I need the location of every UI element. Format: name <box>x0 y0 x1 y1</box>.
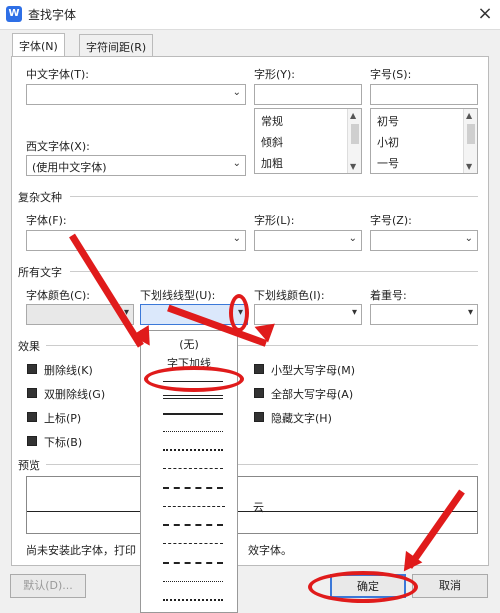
chevron-down-icon: ▾ <box>351 307 357 318</box>
divider <box>70 196 478 197</box>
scroll-up-icon[interactable]: ▲ <box>466 111 472 120</box>
underline-color-label: 下划线颜色(I): <box>254 289 325 302</box>
underline-option-dashed[interactable] <box>163 468 223 469</box>
underline-option-thick-dot-dash[interactable] <box>163 562 223 564</box>
chinese-font-label: 中文字体(T): <box>26 68 90 81</box>
underline-option-thick-long-dash[interactable] <box>163 524 223 526</box>
window-title: 查找字体 <box>28 8 77 22</box>
complex-size-label: 字号(Z): <box>370 214 412 227</box>
scroll-thumb[interactable] <box>351 124 359 144</box>
list-item[interactable]: 加粗 <box>261 155 283 171</box>
hidden-text-label: 隐藏文字(H) <box>271 412 332 425</box>
preview-note-end: 效字体。 <box>248 544 292 557</box>
underline-option-dot-dash[interactable] <box>163 543 223 544</box>
preview-note-start: 尚未安装此字体，打印 <box>26 544 136 557</box>
scroll-down-icon[interactable]: ▼ <box>350 162 356 171</box>
style-label: 字形(Y): <box>254 68 296 81</box>
chevron-down-icon: ⌄ <box>232 87 241 98</box>
divider <box>70 271 478 272</box>
underline-option-dot-dot-dash[interactable] <box>163 581 223 582</box>
scroll-thumb[interactable] <box>467 124 475 144</box>
subscript-label: 下标(B) <box>44 436 83 449</box>
superscript-label: 上标(P) <box>44 412 82 425</box>
size-input[interactable] <box>370 84 478 105</box>
all-caps-checkbox[interactable] <box>254 388 264 398</box>
size-label: 字号(S): <box>370 68 412 81</box>
complex-script-section-title: 复杂文种 <box>18 191 62 204</box>
preview-section-title: 预览 <box>18 459 40 472</box>
superscript-checkbox[interactable] <box>27 412 37 422</box>
double-strikethrough-checkbox[interactable] <box>27 388 37 398</box>
preview-baseline <box>27 511 477 512</box>
list-item[interactable]: 一号 <box>377 155 399 171</box>
scroll-down-icon[interactable]: ▼ <box>466 162 472 171</box>
strikethrough-label: 删除线(K) <box>44 364 93 377</box>
cancel-button[interactable]: 取消 <box>412 574 488 598</box>
all-text-section-title: 所有文字 <box>18 266 62 279</box>
subscript-checkbox[interactable] <box>27 436 37 446</box>
chinese-font-combo[interactable]: ⌄ <box>26 84 246 105</box>
title-bar: W 查找字体 × <box>0 0 500 30</box>
divider <box>46 464 478 465</box>
small-caps-label: 小型大写字母(M) <box>271 364 356 377</box>
style-input[interactable] <box>254 84 362 105</box>
preview-box: 云 <box>26 476 478 534</box>
complex-style-label: 字形(L): <box>254 214 295 227</box>
emphasis-mark-combo[interactable]: ▾ <box>370 304 478 325</box>
list-item[interactable]: 小初 <box>377 134 399 150</box>
western-font-label: 西文字体(X): <box>26 140 90 153</box>
all-caps-label: 全部大写字母(A) <box>271 388 354 401</box>
chevron-down-icon: ⌄ <box>232 158 241 169</box>
style-listbox[interactable]: 常规 倾斜 加粗 ▲ ▼ <box>254 108 362 174</box>
list-item[interactable]: 倾斜 <box>261 134 283 150</box>
chevron-down-icon: ▾ <box>467 307 473 318</box>
complex-font-label: 字体(F): <box>26 214 67 227</box>
annotation-ring-underline-option <box>144 366 244 392</box>
underline-option-long-dash[interactable] <box>163 506 225 507</box>
preview-sample-text: 云 <box>253 501 264 514</box>
annotation-ring-dropdown <box>229 294 249 332</box>
double-strikethrough-label: 双删除线(G) <box>44 388 106 401</box>
font-color-label: 字体颜色(C): <box>26 289 90 302</box>
tab-char-spacing[interactable]: 字符间距(R) <box>79 34 154 56</box>
size-listbox[interactable]: 初号 小初 一号 ▲ ▼ <box>370 108 478 174</box>
list-item[interactable]: 常规 <box>261 113 283 129</box>
wps-app-icon: W <box>6 6 22 22</box>
underline-option-thick[interactable] <box>163 413 223 415</box>
effects-section-title: 效果 <box>18 340 40 353</box>
scroll-up-icon[interactable]: ▲ <box>350 111 356 120</box>
annotation-ring-ok <box>308 571 418 603</box>
underline-type-label: 下划线线型(U): <box>140 289 216 302</box>
underline-option-wave[interactable] <box>163 599 223 601</box>
underline-option-dotted[interactable] <box>163 431 223 432</box>
chevron-down-icon: ⌄ <box>348 233 357 244</box>
list-item[interactable]: 初号 <box>377 113 399 129</box>
tab-font[interactable]: 字体(N) <box>12 33 65 57</box>
underline-option-thick-dashed[interactable] <box>163 487 223 489</box>
underline-option-double[interactable] <box>163 395 223 399</box>
strikethrough-checkbox[interactable] <box>27 364 37 374</box>
complex-style-combo[interactable]: ⌄ <box>254 230 362 251</box>
underline-option-thick-dotted[interactable] <box>163 449 223 451</box>
western-font-value: (使用中文字体) <box>32 161 107 174</box>
small-caps-checkbox[interactable] <box>254 364 264 374</box>
hidden-text-checkbox[interactable] <box>254 412 264 422</box>
chevron-down-icon: ⌄ <box>464 233 473 244</box>
scrollbar[interactable]: ▲ ▼ <box>347 109 361 173</box>
complex-font-combo[interactable]: ⌄ <box>26 230 246 251</box>
find-font-dialog: W 查找字体 × 字体(N) 字符间距(R) 中文字体(T): ⌄ 字形(Y):… <box>0 0 500 613</box>
close-icon[interactable]: × <box>474 3 496 25</box>
chevron-down-icon: ⌄ <box>232 233 241 244</box>
default-button[interactable]: 默认(D)... <box>10 574 86 598</box>
western-font-combo[interactable]: (使用中文字体) ⌄ <box>26 155 246 176</box>
emphasis-mark-label: 着重号: <box>370 289 407 302</box>
complex-size-combo[interactable]: ⌄ <box>370 230 478 251</box>
scrollbar[interactable]: ▲ ▼ <box>463 109 477 173</box>
